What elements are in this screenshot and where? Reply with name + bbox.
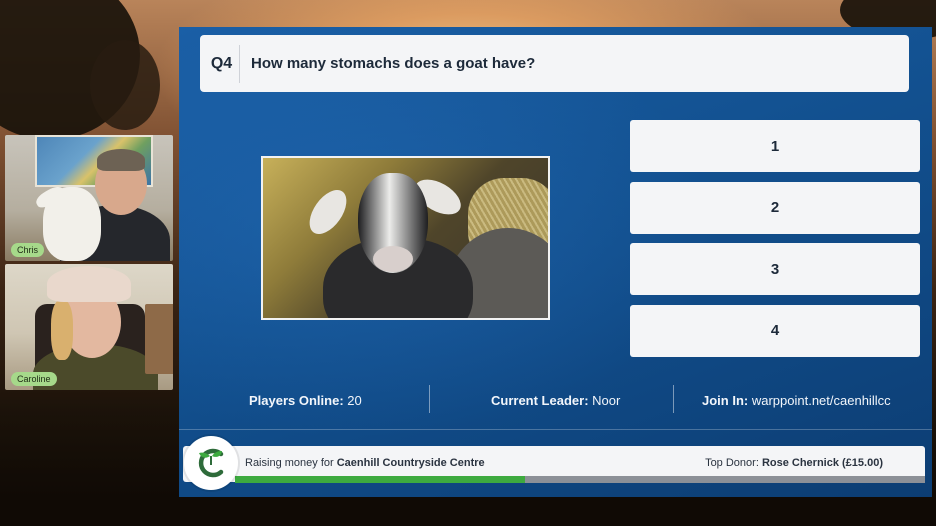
fundraiser-text: Raising money for Caenhill Countryside C… <box>245 457 485 469</box>
top-donor-value: Rose Chernick (£15.00) <box>761 457 883 469</box>
cap <box>47 266 131 302</box>
stat-divider <box>429 385 430 413</box>
answer-option-1[interactable]: 1 <box>630 120 920 172</box>
quiz-panel: Q4 How many stomachs does a goat have? 1… <box>179 27 932 497</box>
stats-row: Players Online: 20 Current Leader: Noor … <box>179 385 932 415</box>
fundraiser-prefix: Raising money for <box>245 457 334 469</box>
answer-option-3[interactable]: 3 <box>630 243 920 295</box>
answer-list: 1 2 3 4 <box>630 120 920 366</box>
question-bar: Q4 How many stomachs does a goat have? <box>200 35 909 92</box>
current-leader-label: Current Leader: <box>491 393 589 408</box>
goat-snout <box>373 246 413 272</box>
answer-option-4[interactable]: 4 <box>630 304 920 357</box>
webcam-tile-chris[interactable]: Chris <box>5 135 173 261</box>
hair <box>51 300 73 360</box>
shelf <box>145 304 173 374</box>
goat-ear <box>302 183 354 241</box>
players-online-label: Players Online: <box>249 393 344 408</box>
players-online-stat: Players Online: 20 <box>249 393 362 408</box>
question-text: How many stomachs does a goat have? <box>251 55 536 72</box>
players-online-value: 20 <box>347 393 362 408</box>
top-donor-label: Top Donor: <box>705 457 759 469</box>
current-leader-stat: Current Leader: Noor <box>491 393 620 408</box>
tree-silhouette <box>90 40 160 130</box>
hair <box>97 149 145 171</box>
question-number: Q4 <box>204 44 240 83</box>
fundraiser-progress-fill <box>235 476 525 483</box>
panel-divider-line <box>179 429 932 430</box>
join-in-stat: Join In: warppoint.net/caenhillcc <box>702 393 891 408</box>
question-image <box>261 156 550 320</box>
participant-name-label: Caroline <box>11 372 57 386</box>
top-donor-text: Top Donor: Rose Chernick (£15.00) <box>705 457 883 469</box>
answer-option-2[interactable]: 2 <box>630 181 920 234</box>
join-in-label: Join In: <box>702 393 749 408</box>
fundraiser-progress-track <box>235 476 925 483</box>
webcam-tile-caroline[interactable]: Caroline <box>5 264 173 390</box>
caenhill-logo-icon <box>184 436 238 490</box>
stat-divider <box>673 385 674 413</box>
participant-name-label: Chris <box>11 243 45 257</box>
current-leader-value: Noor <box>592 393 621 408</box>
fundraiser-cause: Caenhill Countryside Centre <box>336 457 485 469</box>
join-in-url[interactable]: warppoint.net/caenhillcc <box>752 393 891 408</box>
